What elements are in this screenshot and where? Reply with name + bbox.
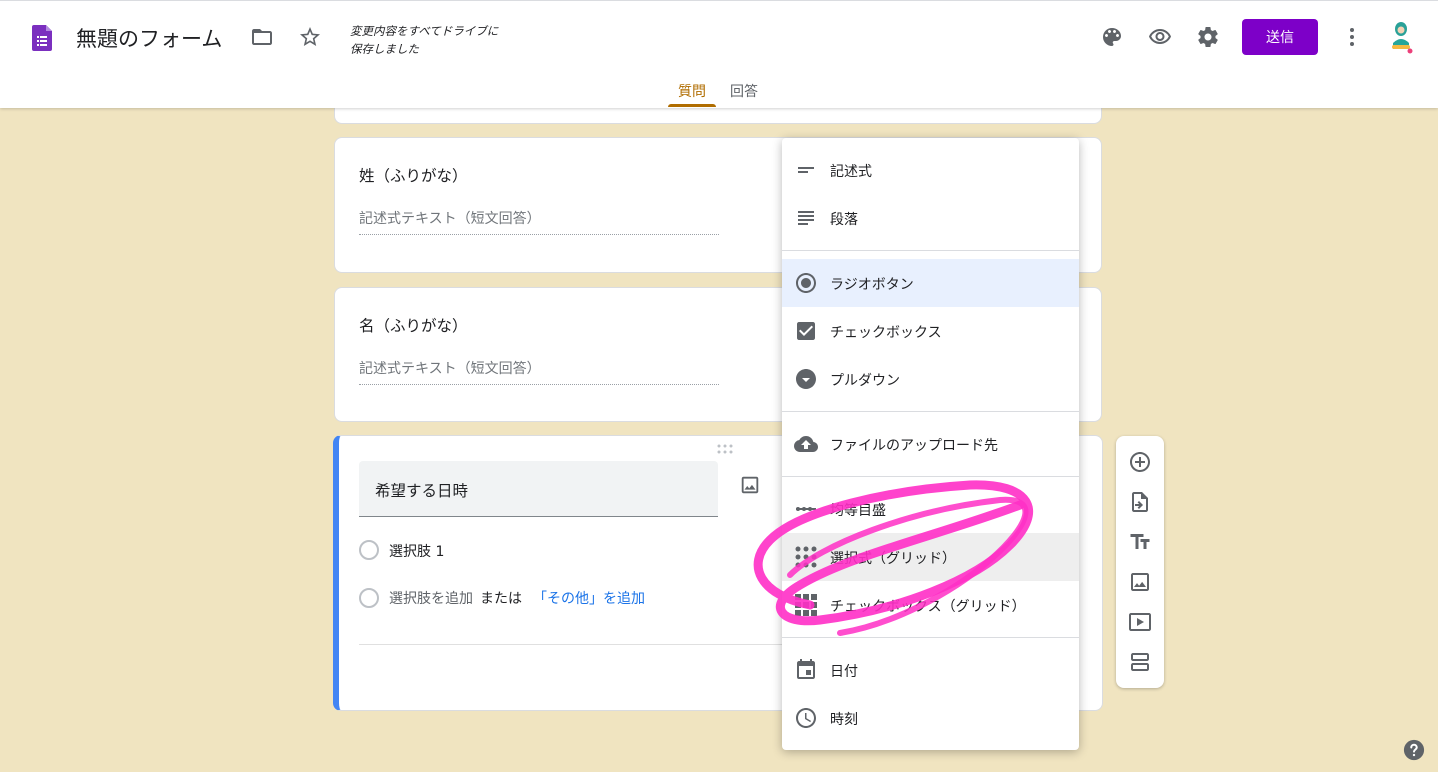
star-icon[interactable] [298,25,322,49]
menu-item-checkbox-grid[interactable]: チェックボックス（グリッド） [782,581,1079,629]
short-answer-placeholder: 記述式テキスト（短文回答） [359,358,719,385]
drag-handle-icon[interactable] [717,444,733,454]
add-image-icon[interactable] [739,474,761,496]
menu-item-radio-grid[interactable]: 選択式（グリッド） [782,533,1079,581]
app-header: 無題のフォーム 変更内容をすべてドライブに 保存しました 送信 質問 回答 [0,0,1438,108]
or-text: または [480,591,522,607]
add-question-icon[interactable] [1128,450,1152,474]
tab-responses[interactable]: 回答 [730,81,758,101]
radio-button-icon [794,271,818,295]
option-1-label[interactable]: 選択肢 1 [389,541,444,561]
side-toolbar [1116,436,1164,688]
add-option-link[interactable]: 選択肢を追加 [389,588,473,608]
radio-grid-icon [794,545,818,569]
account-avatar[interactable] [1386,19,1416,55]
question-type-menu: 記述式 段落 ラジオボタン チェックボックス プルダウン ファイルのアップロード… [782,138,1079,750]
folder-icon[interactable] [250,25,274,49]
more-vert-icon[interactable] [1340,25,1364,49]
add-video-icon[interactable] [1128,610,1152,634]
menu-item-time[interactable]: 時刻 [782,694,1079,742]
question-title-input[interactable]: 希望する日時 [359,461,718,517]
menu-divider [782,476,1079,477]
menu-item-date[interactable]: 日付 [782,646,1079,694]
menu-divider [782,637,1079,638]
add-other-link[interactable]: 「その他」を追加 [533,588,645,608]
help-icon[interactable] [1403,739,1425,761]
paragraph-icon [794,206,818,230]
divider [359,644,789,645]
import-questions-icon[interactable] [1128,490,1152,514]
add-section-icon[interactable] [1128,650,1152,674]
preview-eye-icon[interactable] [1148,25,1172,49]
menu-item-checkbox[interactable]: チェックボックス [782,307,1079,355]
radio-option-icon [359,588,379,608]
menu-item-dropdown[interactable]: プルダウン [782,355,1079,403]
checkbox-grid-icon [794,593,818,617]
palette-icon[interactable] [1100,25,1124,49]
clock-icon [794,706,818,730]
active-tab-indicator [668,104,716,107]
menu-item-linear-scale[interactable]: 均等目盛 [782,485,1079,533]
checkbox-icon [794,319,818,343]
radio-option-icon [359,540,379,560]
short-text-icon [794,158,818,182]
question-title: 姓（ふりがな） [359,167,468,185]
forms-logo-icon[interactable] [32,25,52,51]
calendar-icon [794,658,818,682]
menu-divider [782,411,1079,412]
save-status: 変更内容をすべてドライブに 保存しました [350,24,499,56]
dropdown-icon [794,367,818,391]
add-title-icon[interactable] [1128,530,1152,554]
settings-gear-icon[interactable] [1196,25,1220,49]
menu-divider [782,250,1079,251]
cloud-upload-icon [794,432,818,456]
send-button[interactable]: 送信 [1242,19,1318,55]
add-image-icon[interactable] [1128,570,1152,594]
tab-questions[interactable]: 質問 [678,81,706,101]
menu-item-short-answer[interactable]: 記述式 [782,146,1079,194]
linear-scale-icon [794,497,818,521]
menu-item-radio-button[interactable]: ラジオボタン [782,259,1079,307]
form-title[interactable]: 無題のフォーム [76,23,222,53]
question-title: 名（ふりがな） [359,317,468,335]
menu-item-file-upload[interactable]: ファイルのアップロード先 [782,420,1079,468]
menu-item-paragraph[interactable]: 段落 [782,194,1079,242]
short-answer-placeholder: 記述式テキスト（短文回答） [359,208,719,235]
